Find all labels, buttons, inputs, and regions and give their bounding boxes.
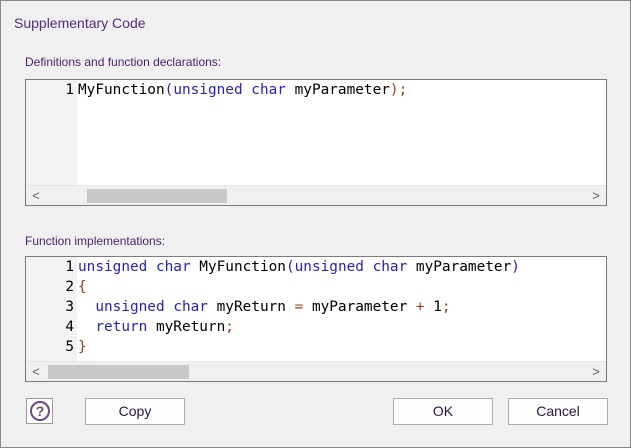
code-token: myParameter [407,259,512,275]
code-keyword: return [95,319,148,335]
question-mark-icon: ? [30,401,50,421]
code-token: myReturn [207,299,295,315]
scrollbar-thumb[interactable] [87,189,227,203]
line-number: 1 [65,82,74,98]
definitions-editor[interactable]: 1 MyFunction(unsigned char myParameter); … [25,79,607,206]
code-keyword: ) [511,259,520,275]
code-operator: } [78,339,87,355]
code-keyword: char [251,82,286,98]
code-token: MyFunction [78,82,165,98]
scroll-left-arrow-icon[interactable]: < [26,362,46,382]
code-operator: { [78,279,87,295]
definitions-label: Definitions and function declarations: [25,55,222,69]
code-operator: + [415,299,425,315]
code-operator: ; [225,319,234,335]
line-number: 5 [65,339,74,355]
line-number: 4 [65,319,74,335]
code-keyword: unsigned [173,82,243,98]
code-token: myParameter [303,299,416,315]
code-token: 1 [424,299,442,315]
horizontal-scrollbar[interactable]: < > [26,361,606,381]
code-text[interactable]: return myReturn; [78,317,234,337]
line-number: 2 [65,279,74,295]
code-text[interactable]: MyFunction(unsigned char myParameter); [78,80,407,100]
code-text[interactable]: unsigned char MyFunction(unsigned char m… [78,257,520,277]
dialog-title: Supplementary Code [14,15,146,31]
code-operator: ; [441,299,451,315]
code-operator: = [294,299,304,315]
scroll-left-arrow-icon[interactable]: < [26,186,46,206]
implementations-label: Function implementations: [25,234,166,248]
code-keyword: unsigned [294,259,364,275]
supplementary-code-dialog: Supplementary Code Definitions and funct… [0,0,631,448]
code-keyword: char [155,259,191,275]
code-operator: ); [389,82,408,98]
code-token: MyFunction [190,259,286,275]
cancel-button[interactable]: Cancel [508,398,608,425]
scroll-right-arrow-icon[interactable]: > [586,362,606,382]
scrollbar-thumb[interactable] [48,365,189,379]
line-number: 1 [65,259,74,275]
line-number: 3 [65,299,74,315]
code-text[interactable]: { [78,277,87,297]
help-button[interactable]: ? [26,398,53,424]
code-token: myReturn [147,319,226,335]
code-keyword: ( [164,82,174,98]
code-keyword: ( [285,259,295,275]
code-text[interactable]: unsigned char myReturn = myParameter + 1… [78,297,451,317]
implementations-editor[interactable]: 1 unsigned char MyFunction(unsigned char … [25,256,607,382]
code-keyword: unsigned [78,259,148,275]
ok-button[interactable]: OK [393,398,493,425]
code-keyword: unsigned [95,299,165,315]
horizontal-scrollbar[interactable]: < > [26,185,606,205]
copy-button[interactable]: Copy [85,398,185,425]
code-keyword: char [173,299,208,315]
scroll-right-arrow-icon[interactable]: > [586,186,606,206]
code-keyword: char [372,259,408,275]
code-token: myParameter [285,82,390,98]
code-text[interactable]: } [78,337,87,357]
